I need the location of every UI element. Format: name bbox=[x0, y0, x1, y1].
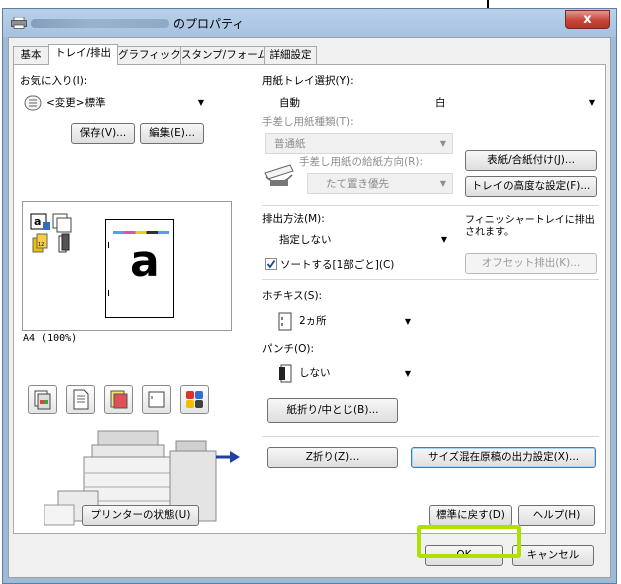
tray-value: 自動 bbox=[279, 97, 300, 109]
paper-stack-icon bbox=[34, 390, 51, 410]
paper-type-select[interactable]: 普通紙 ▼ bbox=[265, 133, 453, 154]
punch-value: しない bbox=[299, 367, 331, 379]
cover-separator-button[interactable]: 表紙/合紙付け(J)... bbox=[465, 150, 597, 171]
output-label: 排出方法(M): bbox=[262, 213, 325, 225]
feed-direction-select[interactable]: たて置き優先 ▼ bbox=[307, 173, 453, 194]
punch-select[interactable]: しない ▼ bbox=[265, 361, 417, 387]
divider bbox=[262, 205, 599, 206]
tab-stamp-form[interactable]: スタンプ/フォーム bbox=[180, 46, 268, 64]
color-pages-icon-button[interactable] bbox=[104, 385, 133, 414]
staple-icon bbox=[278, 312, 292, 331]
ok-highlight bbox=[417, 525, 521, 558]
favorites-icon bbox=[24, 95, 42, 111]
close-button[interactable]: x bbox=[565, 10, 610, 29]
favorites-label: お気に入り(I): bbox=[20, 75, 88, 87]
mixed-size-output-button[interactable]: サイズ混在原稿の出力設定(X)... bbox=[411, 447, 596, 468]
preview-pane: a 12 a bbox=[22, 201, 232, 331]
save-button[interactable]: 保存(V)... bbox=[71, 123, 135, 144]
page-preview: a bbox=[105, 219, 174, 318]
paper-type-label: 手差し用紙種類(T): bbox=[262, 116, 354, 128]
edit-button[interactable]: 編集(E)... bbox=[140, 123, 204, 144]
document-icon bbox=[73, 389, 89, 410]
tab-basic[interactable]: 基本 bbox=[13, 46, 49, 64]
output-value: 指定しない bbox=[279, 234, 332, 246]
preview-caption: A4 (100%) bbox=[23, 333, 78, 344]
blank-page-icon bbox=[148, 391, 165, 408]
favorites-value: <変更>標準 bbox=[46, 97, 106, 109]
chevron-down-icon: ▼ bbox=[404, 317, 411, 326]
title-bar: のプロパティ x bbox=[3, 9, 616, 37]
staple-value: 2ヵ所 bbox=[299, 315, 327, 327]
tray-advanced-button[interactable]: トレイの高度な設定(F)... bbox=[465, 176, 597, 197]
chevron-down-icon: ▼ bbox=[404, 369, 411, 378]
color-pages-icon bbox=[110, 390, 128, 409]
printer-icon bbox=[11, 17, 27, 29]
staple-label: ホチキス(S): bbox=[262, 290, 323, 302]
tab-advanced[interactable]: 詳細設定 bbox=[264, 46, 317, 64]
divider bbox=[262, 279, 599, 280]
tray-select[interactable]: 自動 白 ▼ bbox=[265, 93, 601, 114]
cancel-button[interactable]: キャンセル bbox=[512, 545, 594, 566]
svg-text:12: 12 bbox=[38, 242, 44, 248]
dialog-body: 基本 トレイ/排出 グラフィックス スタンプ/フォーム 詳細設定 お気に入り(I… bbox=[8, 37, 611, 578]
tray-color: 白 bbox=[435, 97, 446, 109]
color-mode-icon-button[interactable] bbox=[180, 385, 209, 414]
svg-text:a: a bbox=[34, 215, 41, 228]
paper-size-icon-button[interactable] bbox=[28, 385, 57, 414]
tray-output-panel: お気に入り(I): <変更>標準 ▼ 保存(V)... 編集(E)... a 1… bbox=[13, 64, 606, 534]
chevron-down-icon: ▼ bbox=[439, 139, 446, 148]
tray-label: 用紙トレイ選択(Y): bbox=[262, 75, 354, 87]
manual-feed-icon bbox=[264, 164, 294, 186]
fold-booklet-button[interactable]: 紙折り/中とじ(B)... bbox=[267, 398, 398, 423]
staple-mark-top bbox=[108, 242, 110, 248]
staple-mark-bottom bbox=[108, 290, 110, 296]
offset-output-button[interactable]: オフセット排出(K)... bbox=[465, 253, 597, 274]
color-stripe bbox=[113, 231, 169, 234]
window-title: のプロパティ bbox=[173, 17, 245, 31]
punch-label: パンチ(O): bbox=[262, 343, 315, 355]
chevron-down-icon: ▼ bbox=[588, 98, 595, 107]
tab-graphics[interactable]: グラフィックス bbox=[117, 46, 191, 64]
favorites-select[interactable]: <変更>標準 ▼ bbox=[22, 93, 210, 114]
feed-direction-label: 手差し用紙の給紙方向(R): bbox=[299, 156, 424, 168]
chevron-down-icon: ▼ bbox=[197, 98, 204, 107]
help-button[interactable]: ヘルプ(H) bbox=[518, 505, 595, 526]
staple-select[interactable]: 2ヵ所 ▼ bbox=[265, 309, 417, 335]
printer-name-redacted bbox=[31, 19, 169, 28]
check-icon bbox=[266, 259, 276, 269]
divider bbox=[262, 436, 599, 437]
printer-status-button[interactable]: プリンターの状態(U) bbox=[82, 505, 199, 526]
document-icon-button[interactable] bbox=[66, 385, 95, 414]
z-fold-button[interactable]: Z折り(Z)... bbox=[267, 447, 398, 468]
punch-icon bbox=[279, 364, 292, 383]
chevron-down-icon: ▼ bbox=[439, 179, 446, 188]
sort-checkbox[interactable] bbox=[265, 258, 277, 270]
output-select[interactable]: 指定しない ▼ bbox=[265, 230, 453, 251]
preview-letter: a bbox=[130, 236, 160, 287]
color-palette-icon bbox=[186, 391, 203, 408]
output-note: フィニッシャートレイに排出されます。 bbox=[465, 215, 595, 238]
restore-defaults-button[interactable]: 標準に戻す(D) bbox=[429, 505, 512, 526]
chevron-down-icon: ▼ bbox=[440, 235, 447, 244]
tab-tray-output[interactable]: トレイ/排出 bbox=[48, 44, 118, 65]
sort-label: ソートする[1部ごと](C) bbox=[280, 259, 395, 271]
paper-type-value: 普通紙 bbox=[274, 138, 306, 150]
tray-output-icon: a 12 bbox=[30, 213, 72, 253]
feed-direction-value: たて置き優先 bbox=[326, 178, 389, 190]
single-page-icon-button[interactable] bbox=[142, 385, 171, 414]
properties-window: のプロパティ x 基本 トレイ/排出 グラフィックス スタンプ/フォーム 詳細設… bbox=[2, 8, 617, 584]
